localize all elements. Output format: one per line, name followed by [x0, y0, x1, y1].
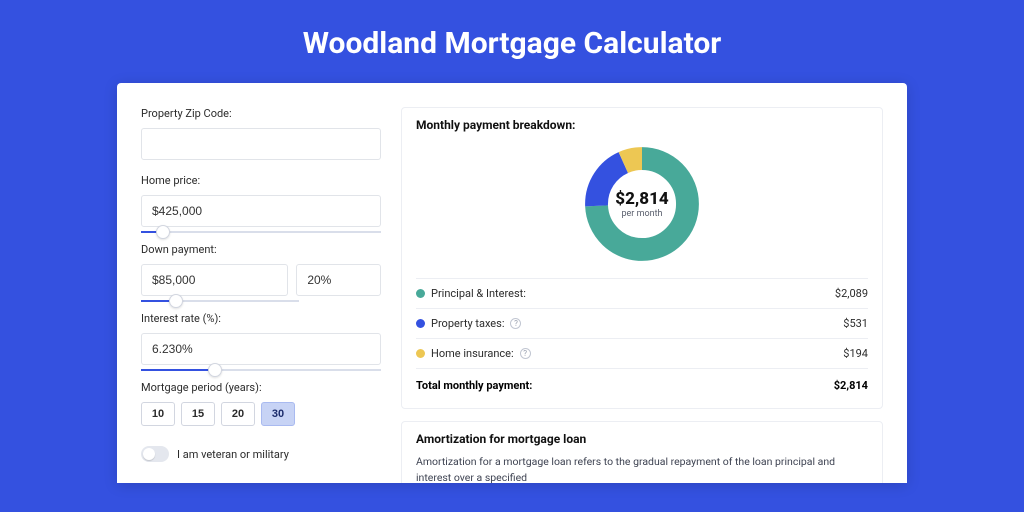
help-icon[interactable]: ?: [510, 318, 521, 329]
home-price-slider[interactable]: [141, 231, 381, 233]
page-title: Woodland Mortgage Calculator: [0, 0, 1024, 83]
legend-label: Principal & Interest:: [431, 287, 526, 300]
donut-chart: $2,814 per month: [416, 138, 868, 278]
veteran-toggle[interactable]: [141, 446, 169, 462]
calculator-card: Property Zip Code: Home price: Down paym…: [117, 83, 907, 483]
dot-icon: [416, 319, 425, 328]
amortization-panel: Amortization for mortgage loan Amortizat…: [401, 421, 883, 483]
down-payment-label: Down payment:: [141, 243, 381, 256]
zip-label: Property Zip Code:: [141, 107, 381, 120]
slider-thumb-icon[interactable]: [169, 294, 183, 308]
legend-row-insurance: Home insurance: ? $194: [416, 338, 868, 368]
slider-thumb-icon[interactable]: [208, 363, 222, 377]
inputs-column: Property Zip Code: Home price: Down paym…: [141, 107, 381, 483]
period-option-10[interactable]: 10: [141, 402, 175, 426]
slider-thumb-icon[interactable]: [156, 225, 170, 239]
interest-rate-slider[interactable]: [141, 369, 381, 371]
period-option-20[interactable]: 20: [221, 402, 255, 426]
results-column: Monthly payment breakdown: $2,814 per mo…: [401, 107, 883, 483]
breakdown-panel: Monthly payment breakdown: $2,814 per mo…: [401, 107, 883, 409]
legend-value: $194: [843, 347, 868, 360]
veteran-label: I am veteran or military: [177, 448, 289, 461]
legend-value: $531: [843, 317, 868, 330]
down-payment-slider[interactable]: [141, 300, 299, 302]
legend-row-principal: Principal & Interest: $2,089: [416, 278, 868, 308]
period-option-30[interactable]: 30: [261, 402, 295, 426]
amortization-header: Amortization for mortgage loan: [416, 432, 868, 446]
dot-icon: [416, 349, 425, 358]
amortization-text: Amortization for a mortgage loan refers …: [416, 454, 868, 483]
veteran-toggle-row: I am veteran or military: [141, 446, 381, 462]
mortgage-period-field: Mortgage period (years): 10 15 20 30: [141, 381, 381, 426]
legend-label: Property taxes:: [431, 317, 504, 330]
donut-amount: $2,814: [615, 189, 668, 209]
home-price-field: Home price:: [141, 174, 381, 233]
down-payment-field: Down payment:: [141, 243, 381, 302]
total-value: $2,814: [834, 379, 868, 392]
interest-rate-label: Interest rate (%):: [141, 312, 381, 325]
legend-row-taxes: Property taxes: ? $531: [416, 308, 868, 338]
breakdown-header: Monthly payment breakdown:: [416, 118, 868, 132]
total-row: Total monthly payment: $2,814: [416, 368, 868, 394]
help-icon[interactable]: ?: [520, 348, 531, 359]
down-payment-pct-input[interactable]: [296, 264, 381, 296]
period-option-15[interactable]: 15: [181, 402, 215, 426]
total-label: Total monthly payment:: [416, 379, 532, 392]
legend-value: $2,089: [835, 287, 868, 300]
interest-rate-field: Interest rate (%):: [141, 312, 381, 371]
legend-label: Home insurance:: [431, 347, 514, 360]
home-price-input[interactable]: [141, 195, 381, 227]
home-price-label: Home price:: [141, 174, 381, 187]
mortgage-period-options: 10 15 20 30: [141, 402, 381, 426]
mortgage-period-label: Mortgage period (years):: [141, 381, 381, 394]
zip-field: Property Zip Code:: [141, 107, 381, 160]
zip-input[interactable]: [141, 128, 381, 160]
interest-rate-input[interactable]: [141, 333, 381, 365]
donut-sublabel: per month: [621, 209, 662, 219]
down-payment-amount-input[interactable]: [141, 264, 288, 296]
dot-icon: [416, 289, 425, 298]
